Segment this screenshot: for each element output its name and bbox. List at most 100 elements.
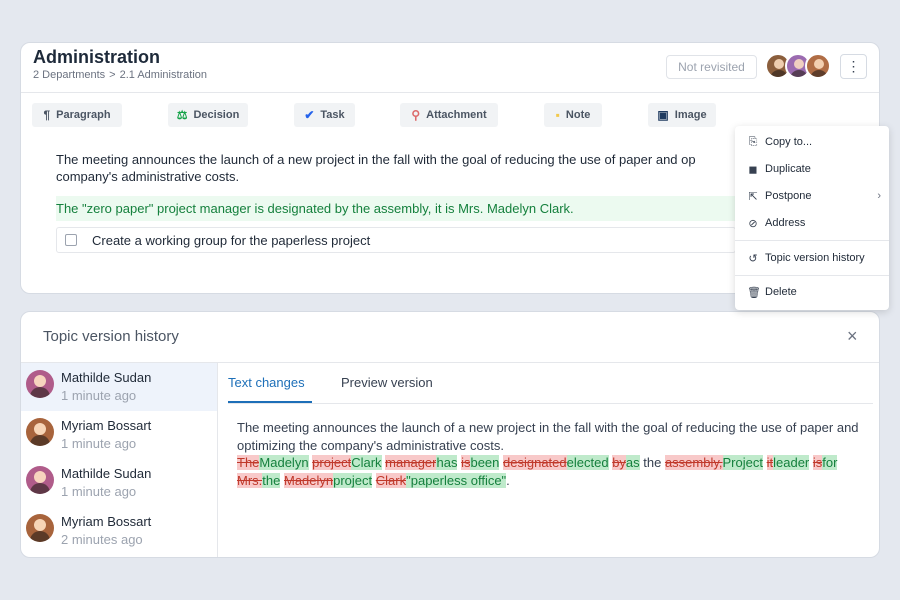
- duplicate-icon: ◼: [748, 163, 758, 176]
- trash-icon: 🗑: [747, 286, 761, 299]
- status-badge[interactable]: Not revisited: [666, 55, 757, 79]
- menu-item-topic-version-history[interactable]: ↺ Topic version history: [735, 245, 889, 271]
- decision-block[interactable]: The "zero paper" project manager is desi…: [56, 196, 736, 221]
- image-button-label: Image: [674, 109, 707, 121]
- diff-unchanged: the: [639, 455, 665, 470]
- menu-label: Delete: [765, 286, 797, 298]
- topic-title: Administration: [33, 47, 161, 67]
- topic-paragraph[interactable]: The meeting announces the launch of a ne…: [56, 151, 746, 185]
- more-options-button[interactable]: ⋮: [840, 54, 867, 79]
- attachment-button[interactable]: ⚲ Attachment: [400, 103, 498, 127]
- version-time: 1 minute ago: [61, 388, 137, 403]
- menu-item-copy-to[interactable]: ⎘ Copy to...: [735, 129, 889, 155]
- task-label: Create a working group for the paperless…: [92, 232, 371, 248]
- version-item[interactable]: Mathilde Sudan 1 minute ago: [21, 459, 217, 507]
- avatar-group[interactable]: [765, 53, 831, 79]
- diff-insertion: as: [625, 455, 640, 470]
- menu-item-duplicate[interactable]: ◼ Duplicate: [735, 156, 889, 182]
- avatar: [26, 418, 54, 446]
- task-item[interactable]: Create a working group for the paperless…: [56, 227, 736, 253]
- diff-insertion: been: [470, 455, 500, 470]
- task-checkbox[interactable]: [65, 234, 77, 246]
- diff-insertion: leader: [773, 455, 810, 470]
- paperclip-icon: ⚲: [411, 108, 421, 122]
- avatar: [805, 53, 831, 79]
- version-list: Mathilde Sudan 1 minute ago Myriam Bossa…: [21, 363, 218, 557]
- breadcrumb: 2 Departments > 2.1 Administration: [33, 69, 207, 81]
- version-author: Mathilde Sudan: [61, 370, 152, 385]
- diff-insertion: project: [333, 472, 373, 488]
- diff-insertion: Clark: [351, 455, 382, 470]
- diff-unchanged: .: [506, 472, 510, 488]
- attachment-button-label: Attachment: [426, 109, 487, 121]
- diff-changes: TheMadelyn projectClark managerhas isbee…: [237, 454, 867, 489]
- diff-deletion: assembly,: [664, 455, 723, 470]
- postpone-icon: ⇱: [748, 190, 758, 203]
- context-menu: ⎘ Copy to... ◼ Duplicate ⇱ Postpone › ⊘ …: [735, 126, 889, 310]
- menu-item-postpone[interactable]: ⇱ Postpone ›: [735, 183, 889, 209]
- decision-button[interactable]: ⚖ Decision: [168, 103, 248, 127]
- version-time: 1 minute ago: [61, 436, 137, 451]
- menu-divider: [735, 275, 889, 276]
- paragraph-line-2: company's administrative costs.: [56, 169, 240, 184]
- version-time: 2 minutes ago: [61, 532, 143, 547]
- menu-label: Copy to...: [765, 136, 813, 148]
- diff-insertion: Madelyn: [259, 455, 309, 470]
- version-item[interactable]: Mathilde Sudan 1 minute ago: [21, 363, 217, 411]
- note-icon: ▪: [555, 108, 560, 122]
- paragraph-line-1: The meeting announces the launch of a ne…: [56, 152, 696, 167]
- paragraph-button-label: Paragraph: [56, 109, 111, 121]
- version-author: Myriam Bossart: [61, 514, 152, 529]
- diff-deletion: manager: [385, 455, 437, 470]
- menu-label: Topic version history: [765, 252, 865, 264]
- menu-item-address[interactable]: ⊘ Address: [735, 210, 889, 236]
- menu-item-delete[interactable]: 🗑 Delete: [735, 279, 889, 305]
- version-author: Myriam Bossart: [61, 418, 152, 433]
- breadcrumb-departments[interactable]: 2 Departments: [33, 69, 105, 81]
- copy-icon: ⎘: [748, 135, 758, 148]
- close-icon[interactable]: ×: [847, 326, 858, 347]
- gavel-icon: ⚖: [176, 108, 188, 122]
- topic-card: Administration 2 Departments > 2.1 Admin…: [20, 42, 889, 310]
- breadcrumb-administration[interactable]: 2.1 Administration: [120, 69, 207, 81]
- diff-insertion: the: [262, 472, 281, 488]
- menu-label: Duplicate: [765, 163, 811, 175]
- paragraph-button[interactable]: ¶ Paragraph: [32, 103, 122, 127]
- diff-deletion: Mrs.: [237, 472, 263, 488]
- diff-insertion: for: [822, 455, 838, 470]
- avatar: [26, 514, 54, 542]
- image-icon: ▣: [657, 108, 669, 122]
- tab-text-changes[interactable]: Text changes: [228, 375, 305, 390]
- version-item[interactable]: Myriam Bossart 1 minute ago: [21, 411, 217, 459]
- diff-view: The meeting announces the launch of a ne…: [237, 419, 867, 489]
- tab-preview-version[interactable]: Preview version: [341, 375, 433, 390]
- image-button[interactable]: ▣ Image: [648, 103, 716, 127]
- diff-deletion: The: [237, 455, 260, 470]
- diff-insertion: elected: [566, 455, 609, 470]
- menu-label: Postpone: [765, 190, 812, 202]
- diff-deletion: by: [612, 455, 626, 470]
- breadcrumb-separator: >: [109, 69, 116, 81]
- address-icon: ⊘: [748, 217, 758, 230]
- more-vertical-icon: ⋮: [846, 58, 861, 74]
- diff-deletion: Madelyn: [283, 472, 334, 488]
- panel-title: Topic version history: [43, 328, 179, 345]
- note-button[interactable]: ▪ Note: [544, 103, 602, 127]
- diff-deletion: project: [312, 455, 352, 470]
- paragraph-icon: ¶: [43, 108, 51, 122]
- version-author: Mathilde Sudan: [61, 466, 152, 481]
- menu-divider: [735, 240, 889, 241]
- diff-deletion: is: [812, 455, 823, 470]
- avatar: [26, 370, 54, 398]
- tabs-divider: [228, 403, 873, 404]
- version-item[interactable]: Myriam Bossart 2 minutes ago: [21, 507, 217, 555]
- task-button-label: Task: [320, 109, 345, 121]
- header-divider: [21, 92, 879, 93]
- diff-deletion: Clark: [375, 472, 407, 488]
- diff-intro: The meeting announces the launch of a ne…: [237, 420, 859, 453]
- avatar: [26, 466, 54, 494]
- history-icon: ↺: [748, 252, 758, 265]
- diff-insertion: has: [436, 455, 458, 470]
- diff-insertion: Project: [722, 455, 763, 470]
- task-button[interactable]: ✔ Task: [294, 103, 355, 127]
